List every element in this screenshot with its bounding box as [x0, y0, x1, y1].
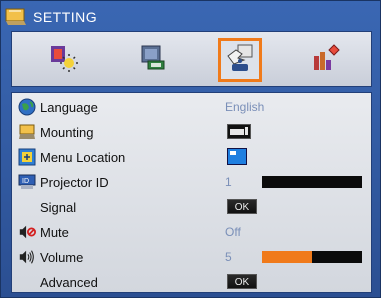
menu-location-label: Menu Location [40, 149, 126, 165]
volume-slider[interactable] [262, 251, 362, 263]
svg-text:ID: ID [22, 178, 29, 185]
tab-setting[interactable] [218, 38, 262, 82]
menu-row-mounting[interactable]: Mounting [12, 120, 373, 144]
display-screen-icon [138, 42, 170, 79]
volume-icon [18, 248, 36, 266]
mute-label: Mute [40, 224, 69, 240]
window-title: SETTING [33, 9, 98, 25]
front-desktop-icon[interactable] [227, 124, 251, 144]
volume-slider-fill [262, 251, 312, 263]
language-label: Language [40, 99, 98, 115]
setting-hand-icon [224, 42, 256, 79]
globe-icon [18, 98, 36, 116]
tab-image[interactable] [42, 38, 86, 82]
menu-row-signal[interactable]: Signal OK [12, 195, 373, 219]
menu-location-icon [18, 148, 36, 166]
volume-label: Volume [40, 249, 84, 265]
top-left-position-icon[interactable] [227, 148, 247, 170]
advanced-label: Advanced [40, 274, 98, 290]
image-brightness-icon [48, 42, 80, 79]
projector-id-icon: ID [18, 173, 36, 191]
mute-icon [18, 223, 36, 241]
mounting-label: Mounting [40, 124, 94, 140]
signal-label: Signal [40, 199, 77, 215]
settings-monitor-icon [5, 7, 27, 27]
projector-id-label: Projector ID [40, 174, 109, 190]
menu-row-volume[interactable]: Volume 5 [12, 245, 373, 269]
mute-value[interactable]: Off [225, 225, 241, 239]
menu-row-projector-id[interactable]: ID Projector ID 1 [12, 170, 373, 194]
menu-row-menu-location[interactable]: Menu Location [12, 145, 373, 169]
osd-menu-window: SETTING Language English Mounting Menu L… [0, 0, 381, 298]
tab-display[interactable] [132, 38, 176, 82]
menu-row-mute[interactable]: Mute Off [12, 220, 373, 244]
projector-id-slider[interactable] [262, 176, 362, 188]
language-value[interactable]: English [225, 100, 264, 114]
signal-ok-button[interactable]: OK [227, 199, 257, 214]
settings-panel: Language English Mounting Menu Location … [11, 92, 372, 293]
advanced-ok-button[interactable]: OK [227, 274, 257, 289]
menu-row-advanced[interactable]: Advanced OK [12, 270, 373, 294]
category-tab-bar [11, 31, 372, 87]
menu-row-language[interactable]: Language English [12, 95, 373, 119]
projector-mounting-icon [18, 123, 36, 141]
volume-value: 5 [225, 250, 232, 264]
title-bar: SETTING [5, 5, 375, 29]
options-bars-icon [310, 42, 342, 79]
tab-options[interactable] [304, 38, 348, 82]
projector-id-value: 1 [225, 175, 232, 189]
